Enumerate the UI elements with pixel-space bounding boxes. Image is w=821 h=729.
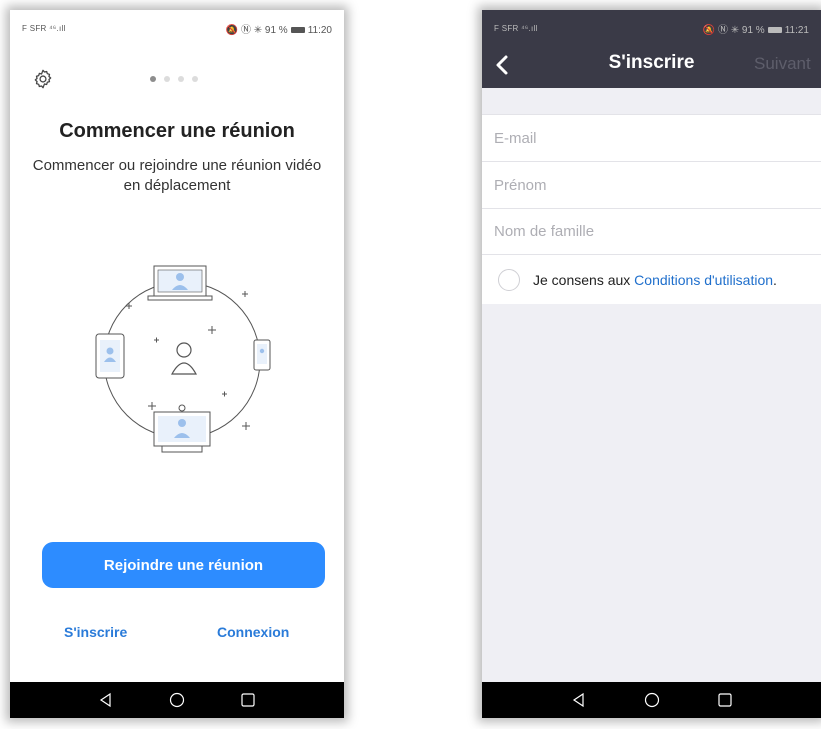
- page-dot: [192, 76, 198, 82]
- terms-consent-row: Je consens aux Conditions d'utilisation.: [482, 256, 821, 304]
- signup-link[interactable]: S'inscrire: [64, 624, 127, 640]
- nav-home-icon[interactable]: [168, 691, 186, 709]
- terms-consent-radio[interactable]: [498, 269, 520, 291]
- page-dot: [164, 76, 170, 82]
- status-time: 11:21: [784, 24, 809, 36]
- page-title: Commencer une réunion: [59, 120, 295, 142]
- carrier-signal: F SFR ⁴⁶.ıll: [494, 23, 538, 33]
- status-indicators: 🔕 Ⓝ ✳ 91 % 11:20: [226, 21, 332, 36]
- status-time: 11:20: [307, 24, 332, 36]
- nav-recents-icon[interactable]: [716, 691, 734, 709]
- battery-icon: [290, 26, 305, 33]
- last-name-placeholder: Nom de famille: [494, 223, 595, 240]
- battery-icon: [767, 26, 782, 33]
- nav-home-icon[interactable]: [643, 691, 661, 709]
- next-button[interactable]: Suivant: [754, 54, 811, 74]
- email-field[interactable]: E-mail: [482, 114, 821, 161]
- status-icons: 🔕 Ⓝ ✳ 91 %: [702, 24, 765, 36]
- nav-back-icon[interactable]: [570, 691, 588, 709]
- login-link[interactable]: Connexion: [217, 624, 289, 640]
- email-placeholder: E-mail: [494, 129, 537, 147]
- last-name-field[interactable]: Nom de famille: [482, 208, 821, 255]
- status-indicators: 🔕 Ⓝ ✳ 91 % 11:21: [703, 21, 809, 36]
- android-nav-bar: [482, 682, 821, 718]
- page-dot: [178, 76, 184, 82]
- join-meeting-button[interactable]: Rejoindre une réunion: [42, 542, 325, 588]
- settings-gear-icon[interactable]: [32, 68, 54, 90]
- signup-screen: F SFR ⁴⁶.ıll 🔕 Ⓝ ✳ 91 % 11:21 S'inscrire …: [482, 10, 821, 718]
- terms-of-use-link[interactable]: Conditions d'utilisation: [634, 272, 773, 288]
- nav-recents-icon[interactable]: [239, 691, 257, 709]
- page-dot: [150, 76, 156, 82]
- meeting-devices-illustration: [95, 265, 271, 453]
- consent-prefix: Je consens aux: [533, 272, 635, 288]
- status-bar: F SFR ⁴⁶.ıll 🔕 Ⓝ ✳ 91 % 11:21: [482, 10, 821, 46]
- first-name-placeholder: Prénom: [494, 176, 547, 194]
- status-icons: 🔕 Ⓝ ✳ 91 %: [225, 24, 288, 36]
- status-bar: F SFR ⁴⁶.ıll 🔕 Ⓝ ✳ 91 % 11:20: [10, 10, 344, 46]
- page-indicator: [150, 76, 198, 82]
- start-meeting-screen: F SFR ⁴⁶.ıll 🔕 Ⓝ ✳ 91 % 11:20 Commencer u…: [10, 10, 344, 718]
- carrier-signal: F SFR ⁴⁶.ıll: [22, 23, 66, 33]
- form-top-spacer: [482, 88, 821, 114]
- android-nav-bar: [10, 682, 344, 718]
- form-background: [482, 304, 821, 682]
- nav-back-icon[interactable]: [97, 691, 115, 709]
- terms-consent-text: Je consens aux Conditions d'utilisation.: [533, 272, 777, 288]
- consent-suffix: .: [773, 272, 777, 288]
- page-subtitle: Commencer ou rejoindre une réunion vidéo…: [32, 157, 322, 194]
- signup-header: F SFR ⁴⁶.ıll 🔕 Ⓝ ✳ 91 % 11:21 S'inscrire …: [482, 10, 821, 88]
- first-name-field[interactable]: Prénom: [482, 161, 821, 208]
